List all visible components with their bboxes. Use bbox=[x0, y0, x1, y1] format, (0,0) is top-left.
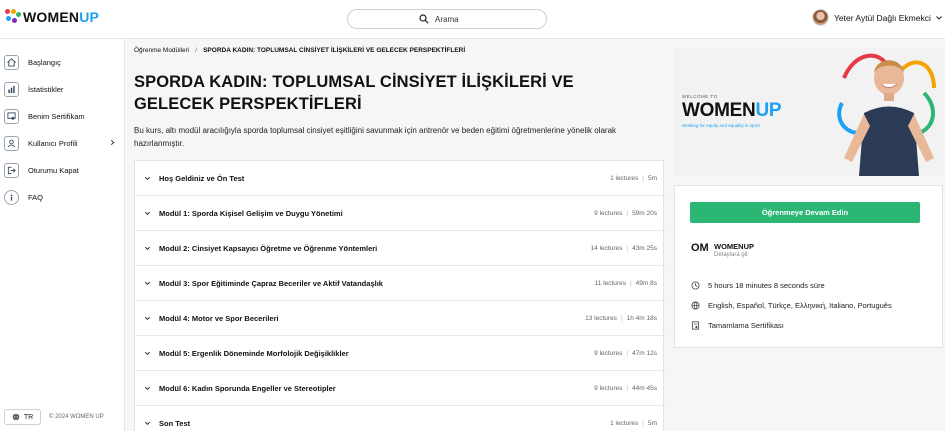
info-icon bbox=[4, 189, 19, 205]
module-meta: 14 lectures | 43m 25s bbox=[590, 244, 657, 252]
module-title: Hoş Geldiniz ve Ön Test bbox=[159, 173, 245, 183]
organization-details-link[interactable]: Detaylara git bbox=[714, 252, 748, 258]
clock-icon bbox=[691, 281, 700, 290]
module-title: Modül 3: Spor Eğitiminde Çapraz Becerile… bbox=[159, 278, 383, 288]
continue-learning-button[interactable]: Öğrenmeye Devam Edin bbox=[690, 202, 920, 223]
sidebar: Başlangıç İstatistikler Benim Sertifikam… bbox=[0, 39, 125, 431]
course-languages: English, Español, Türkçe, Ελληνική, Ital… bbox=[691, 301, 892, 310]
module-meta: 13 lectures | 1h 4m 18s bbox=[585, 314, 657, 322]
module-row[interactable]: Modül 4: Motor ve Spor Becerileri 13 lec… bbox=[135, 301, 665, 336]
module-title: Modül 6: Kadın Sporunda Engeller ve Ster… bbox=[159, 383, 336, 393]
module-meta: 1 lectures | 5m bbox=[610, 419, 657, 427]
chevron-down-icon[interactable] bbox=[144, 245, 151, 252]
module-row[interactable]: Modül 6: Kadın Sporunda Engeller ve Ster… bbox=[135, 371, 665, 406]
logout-icon bbox=[4, 162, 19, 178]
module-title: Son Test bbox=[159, 418, 191, 428]
sidebar-item-profile[interactable]: Kullanıcı Profili bbox=[4, 134, 122, 152]
athlete-illustration bbox=[837, 53, 936, 176]
avatar[interactable] bbox=[812, 9, 829, 26]
chevron-down-icon[interactable] bbox=[144, 175, 151, 182]
sidebar-item-statistics[interactable]: İstatistikler bbox=[4, 80, 122, 98]
module-title: Modül 1: Sporda Kişisel Gelişim ve Duygu… bbox=[159, 208, 343, 218]
breadcrumb-current: SPORDA KADIN: TOPLUMSAL CİNSİYET İLİŞKİL… bbox=[203, 47, 466, 54]
module-meta: 9 lectures | 44m 45s bbox=[594, 384, 657, 392]
course-description: Bu kurs, altı modül aracılığıyla sporda … bbox=[134, 126, 617, 148]
module-meta: 1 lectures | 5m bbox=[610, 174, 657, 182]
page-title: SPORDA KADIN: TOPLUMSAL CİNSİYET İLİŞKİL… bbox=[134, 73, 574, 113]
user-name: Yeter Aytül Dağlı Ekmekci bbox=[834, 12, 931, 23]
sidebar-item-logout[interactable]: Oturumu Kapat bbox=[4, 161, 122, 179]
globe-icon bbox=[691, 301, 700, 310]
chevron-down-icon[interactable] bbox=[935, 14, 943, 22]
chevron-right-icon bbox=[110, 139, 115, 146]
globe-icon bbox=[12, 413, 20, 421]
sidebar-item-certificate[interactable]: Benim Sertifikam bbox=[4, 107, 122, 125]
course-certificate: Tamamlama Sertifikası bbox=[691, 321, 784, 330]
breadcrumb-parent[interactable]: Öğrenme Modülleri bbox=[134, 47, 189, 54]
hero-welcome: WELCOME TO bbox=[682, 94, 718, 99]
logo-mark-icon bbox=[5, 9, 21, 25]
user-menu[interactable]: Yeter Aytül Dağlı Ekmekci bbox=[812, 9, 943, 26]
hero-logo: WOMENUP bbox=[682, 100, 782, 121]
organization-name: WOMENUP bbox=[714, 242, 754, 251]
module-meta: 9 lectures | 59m 20s bbox=[594, 209, 657, 217]
top-bar: WOMENUP Yeter Aytül Dağlı Ekmekci bbox=[0, 0, 945, 39]
logo-text: WOMENUP bbox=[23, 9, 100, 25]
course-hero-image: WELCOME TO WOMENUP Working for equity an… bbox=[674, 48, 943, 176]
home-icon bbox=[4, 54, 19, 70]
chevron-down-icon[interactable] bbox=[144, 315, 151, 322]
module-title: Modül 4: Motor ve Spor Becerileri bbox=[159, 313, 279, 323]
module-title: Modül 2: Cinsiyet Kapsayıcı Öğretme ve Ö… bbox=[159, 243, 378, 253]
chevron-down-icon[interactable] bbox=[144, 385, 151, 392]
course-duration: 5 hours 18 minutes 8 seconds süre bbox=[691, 281, 825, 290]
sidebar-item-home[interactable]: Başlangıç bbox=[4, 53, 122, 71]
brand-logo[interactable]: WOMENUP bbox=[5, 9, 99, 25]
certificate-icon bbox=[691, 321, 700, 330]
search-box[interactable] bbox=[347, 9, 547, 29]
hero-tagline: Working for equity and equality in sport bbox=[682, 123, 760, 128]
chevron-down-icon[interactable] bbox=[144, 420, 151, 427]
sidebar-item-faq[interactable]: FAQ bbox=[4, 188, 122, 206]
module-title: Modül 5: Ergenlik Döneminde Morfolojik D… bbox=[159, 348, 349, 358]
chevron-down-icon[interactable] bbox=[144, 210, 151, 217]
organization-logo: OM bbox=[691, 242, 709, 254]
certificate-icon bbox=[4, 108, 19, 124]
chevron-down-icon[interactable] bbox=[144, 280, 151, 287]
course-info-card: Öğrenmeye Devam Edin OM WOMENUP Detaylar… bbox=[674, 185, 943, 348]
chevron-down-icon[interactable] bbox=[144, 350, 151, 357]
module-row[interactable]: Modül 5: Ergenlik Döneminde Morfolojik D… bbox=[135, 336, 665, 371]
module-row[interactable]: Son Test 1 lectures | 5m bbox=[135, 406, 665, 431]
module-meta: 11 lectures | 49m 8s bbox=[594, 279, 657, 287]
module-row[interactable]: Modül 2: Cinsiyet Kapsayıcı Öğretme ve Ö… bbox=[135, 231, 665, 266]
module-row[interactable]: Modül 1: Sporda Kişisel Gelişim ve Duygu… bbox=[135, 196, 665, 231]
module-row[interactable]: Hoş Geldiniz ve Ön Test 1 lectures | 5m bbox=[135, 161, 665, 196]
module-list: Hoş Geldiniz ve Ön Test 1 lectures | 5m Mo… bbox=[134, 160, 665, 431]
search-input[interactable] bbox=[435, 14, 475, 24]
breadcrumb-separator: / bbox=[195, 47, 198, 54]
module-row[interactable]: Modül 3: Spor Eğitiminde Çapraz Becerile… bbox=[135, 266, 665, 301]
breadcrumb: Öğrenme Modülleri / SPORDA KADIN: TOPLUM… bbox=[134, 47, 465, 54]
user-icon bbox=[4, 135, 19, 151]
chart-icon bbox=[4, 81, 19, 97]
copyright-text: © 2024 WOMEN UP bbox=[49, 414, 104, 420]
search-icon bbox=[419, 14, 429, 24]
module-meta: 9 lectures | 47m 12s bbox=[594, 349, 657, 357]
language-selector[interactable]: TR bbox=[4, 409, 41, 425]
